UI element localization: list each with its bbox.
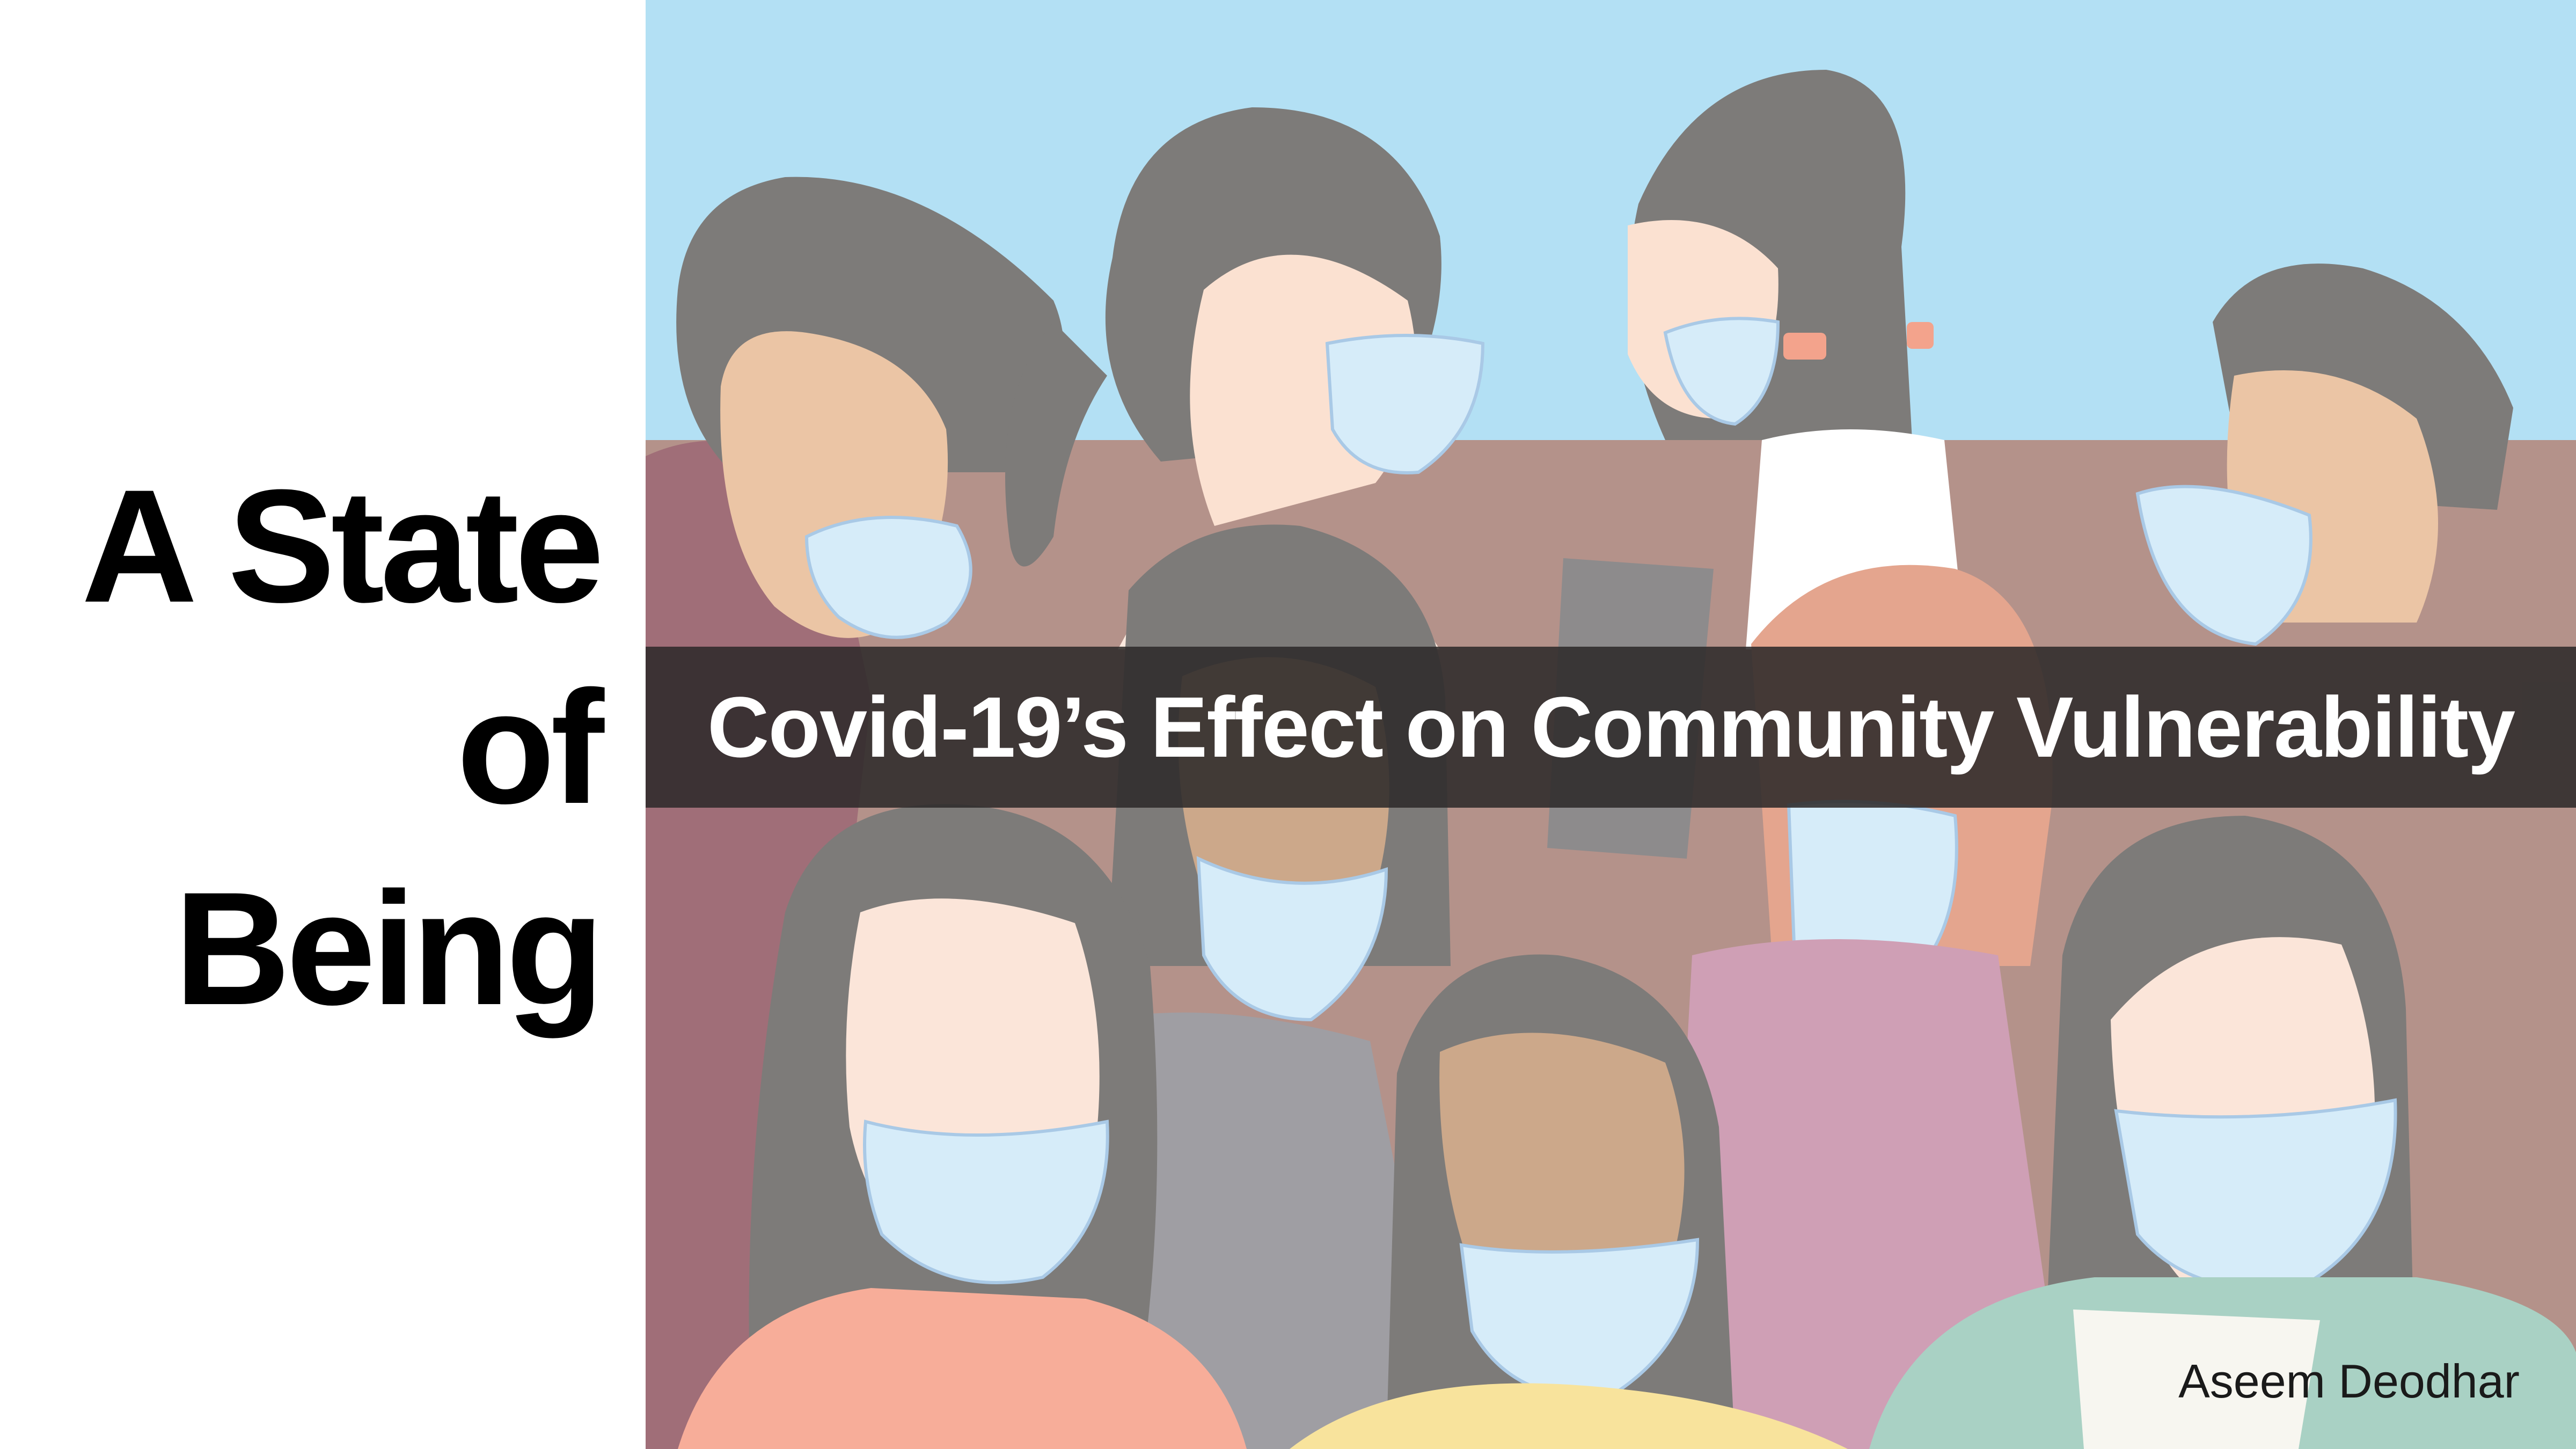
title-line-2: of	[456, 657, 604, 837]
main-title: A State of Being	[81, 445, 604, 1049]
title-panel: A State of Being	[0, 0, 646, 1449]
title-line-3: Being	[174, 858, 604, 1038]
subtitle-band: Covid-19’s Effect on Community Vulnerabi…	[646, 647, 2576, 808]
subtitle: Covid-19’s Effect on Community Vulnerabi…	[707, 679, 2515, 775]
title-line-1: A State	[81, 456, 604, 636]
author-credit: Aseem Deodhar	[2178, 1355, 2520, 1408]
